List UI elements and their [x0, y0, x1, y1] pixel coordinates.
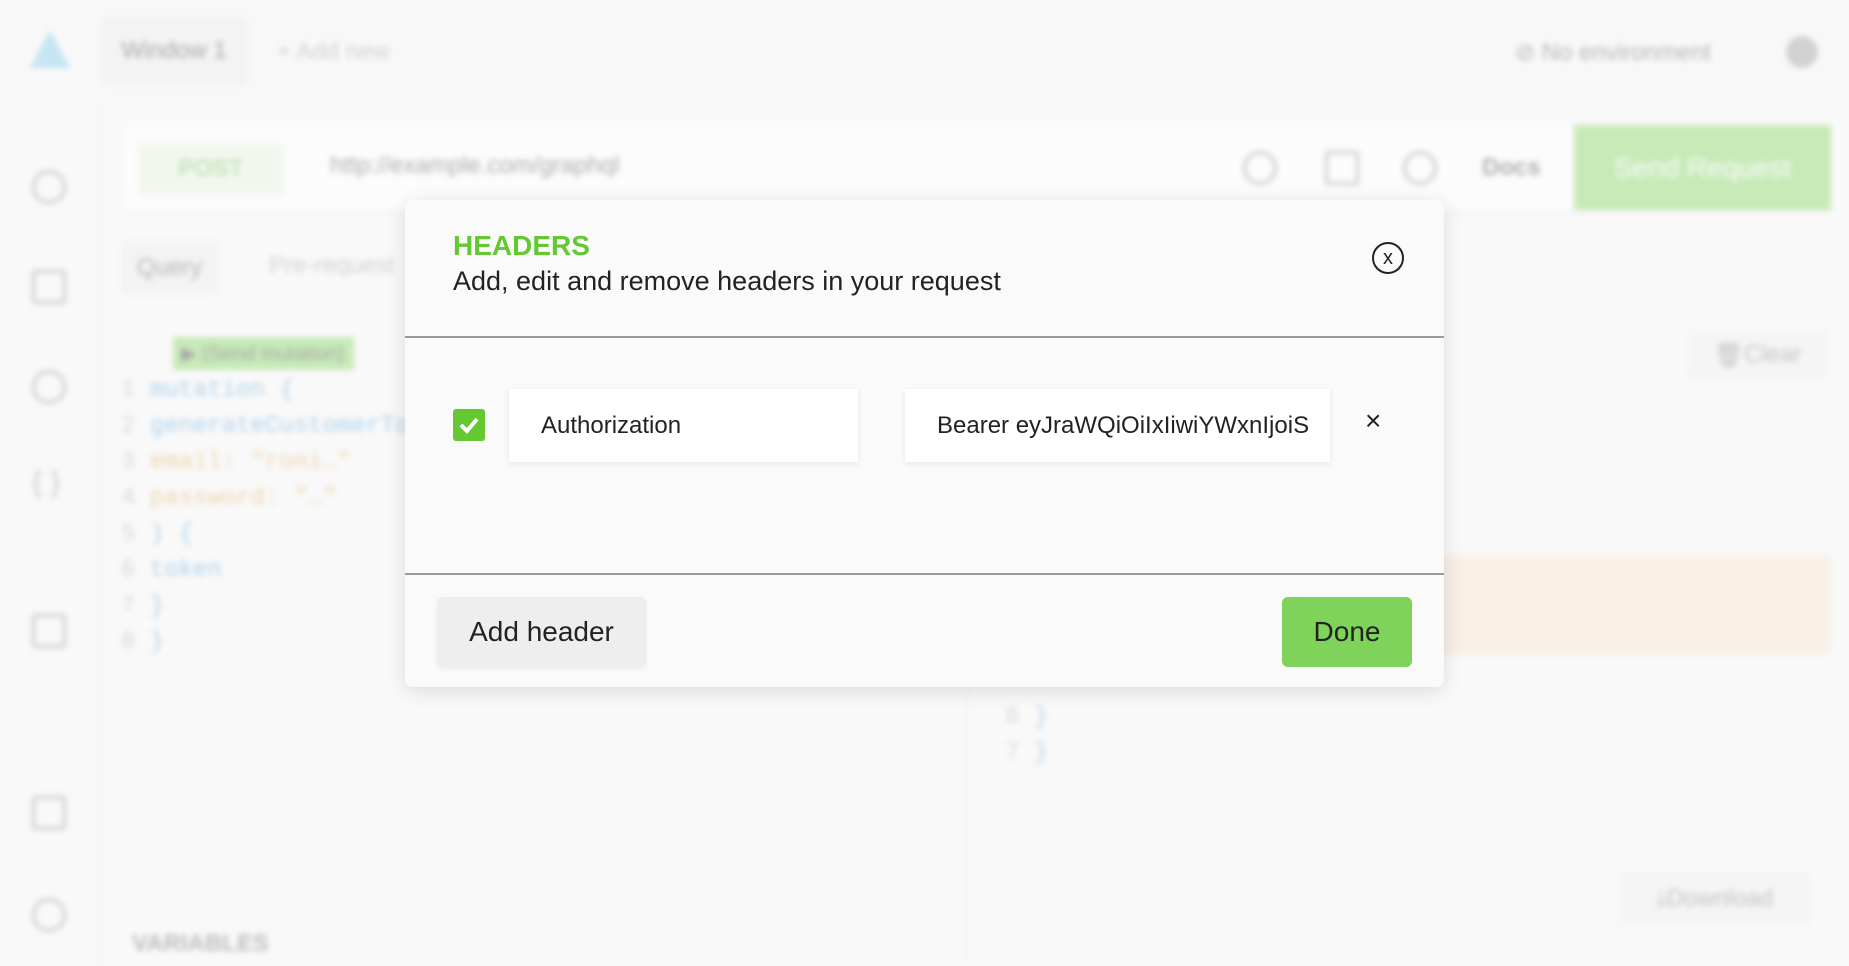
- divider: [405, 336, 1444, 338]
- headers-dialog: HEADERS Add, edit and remove headers in …: [405, 200, 1444, 687]
- header-value-input[interactable]: Bearer eyJraWQiOiIxIiwiYWxnIjoiS: [905, 389, 1330, 462]
- check-icon: [459, 417, 479, 434]
- divider: [405, 573, 1444, 575]
- close-icon[interactable]: x: [1372, 242, 1404, 274]
- dialog-subtitle: Add, edit and remove headers in your req…: [453, 266, 1001, 296]
- dialog-title: HEADERS: [453, 230, 590, 261]
- header-key-input[interactable]: Authorization: [509, 389, 858, 462]
- remove-header-icon[interactable]: ×: [1365, 405, 1381, 437]
- header-enabled-checkbox[interactable]: [453, 409, 485, 441]
- add-header-button[interactable]: Add header: [437, 597, 646, 667]
- done-button[interactable]: Done: [1282, 597, 1412, 667]
